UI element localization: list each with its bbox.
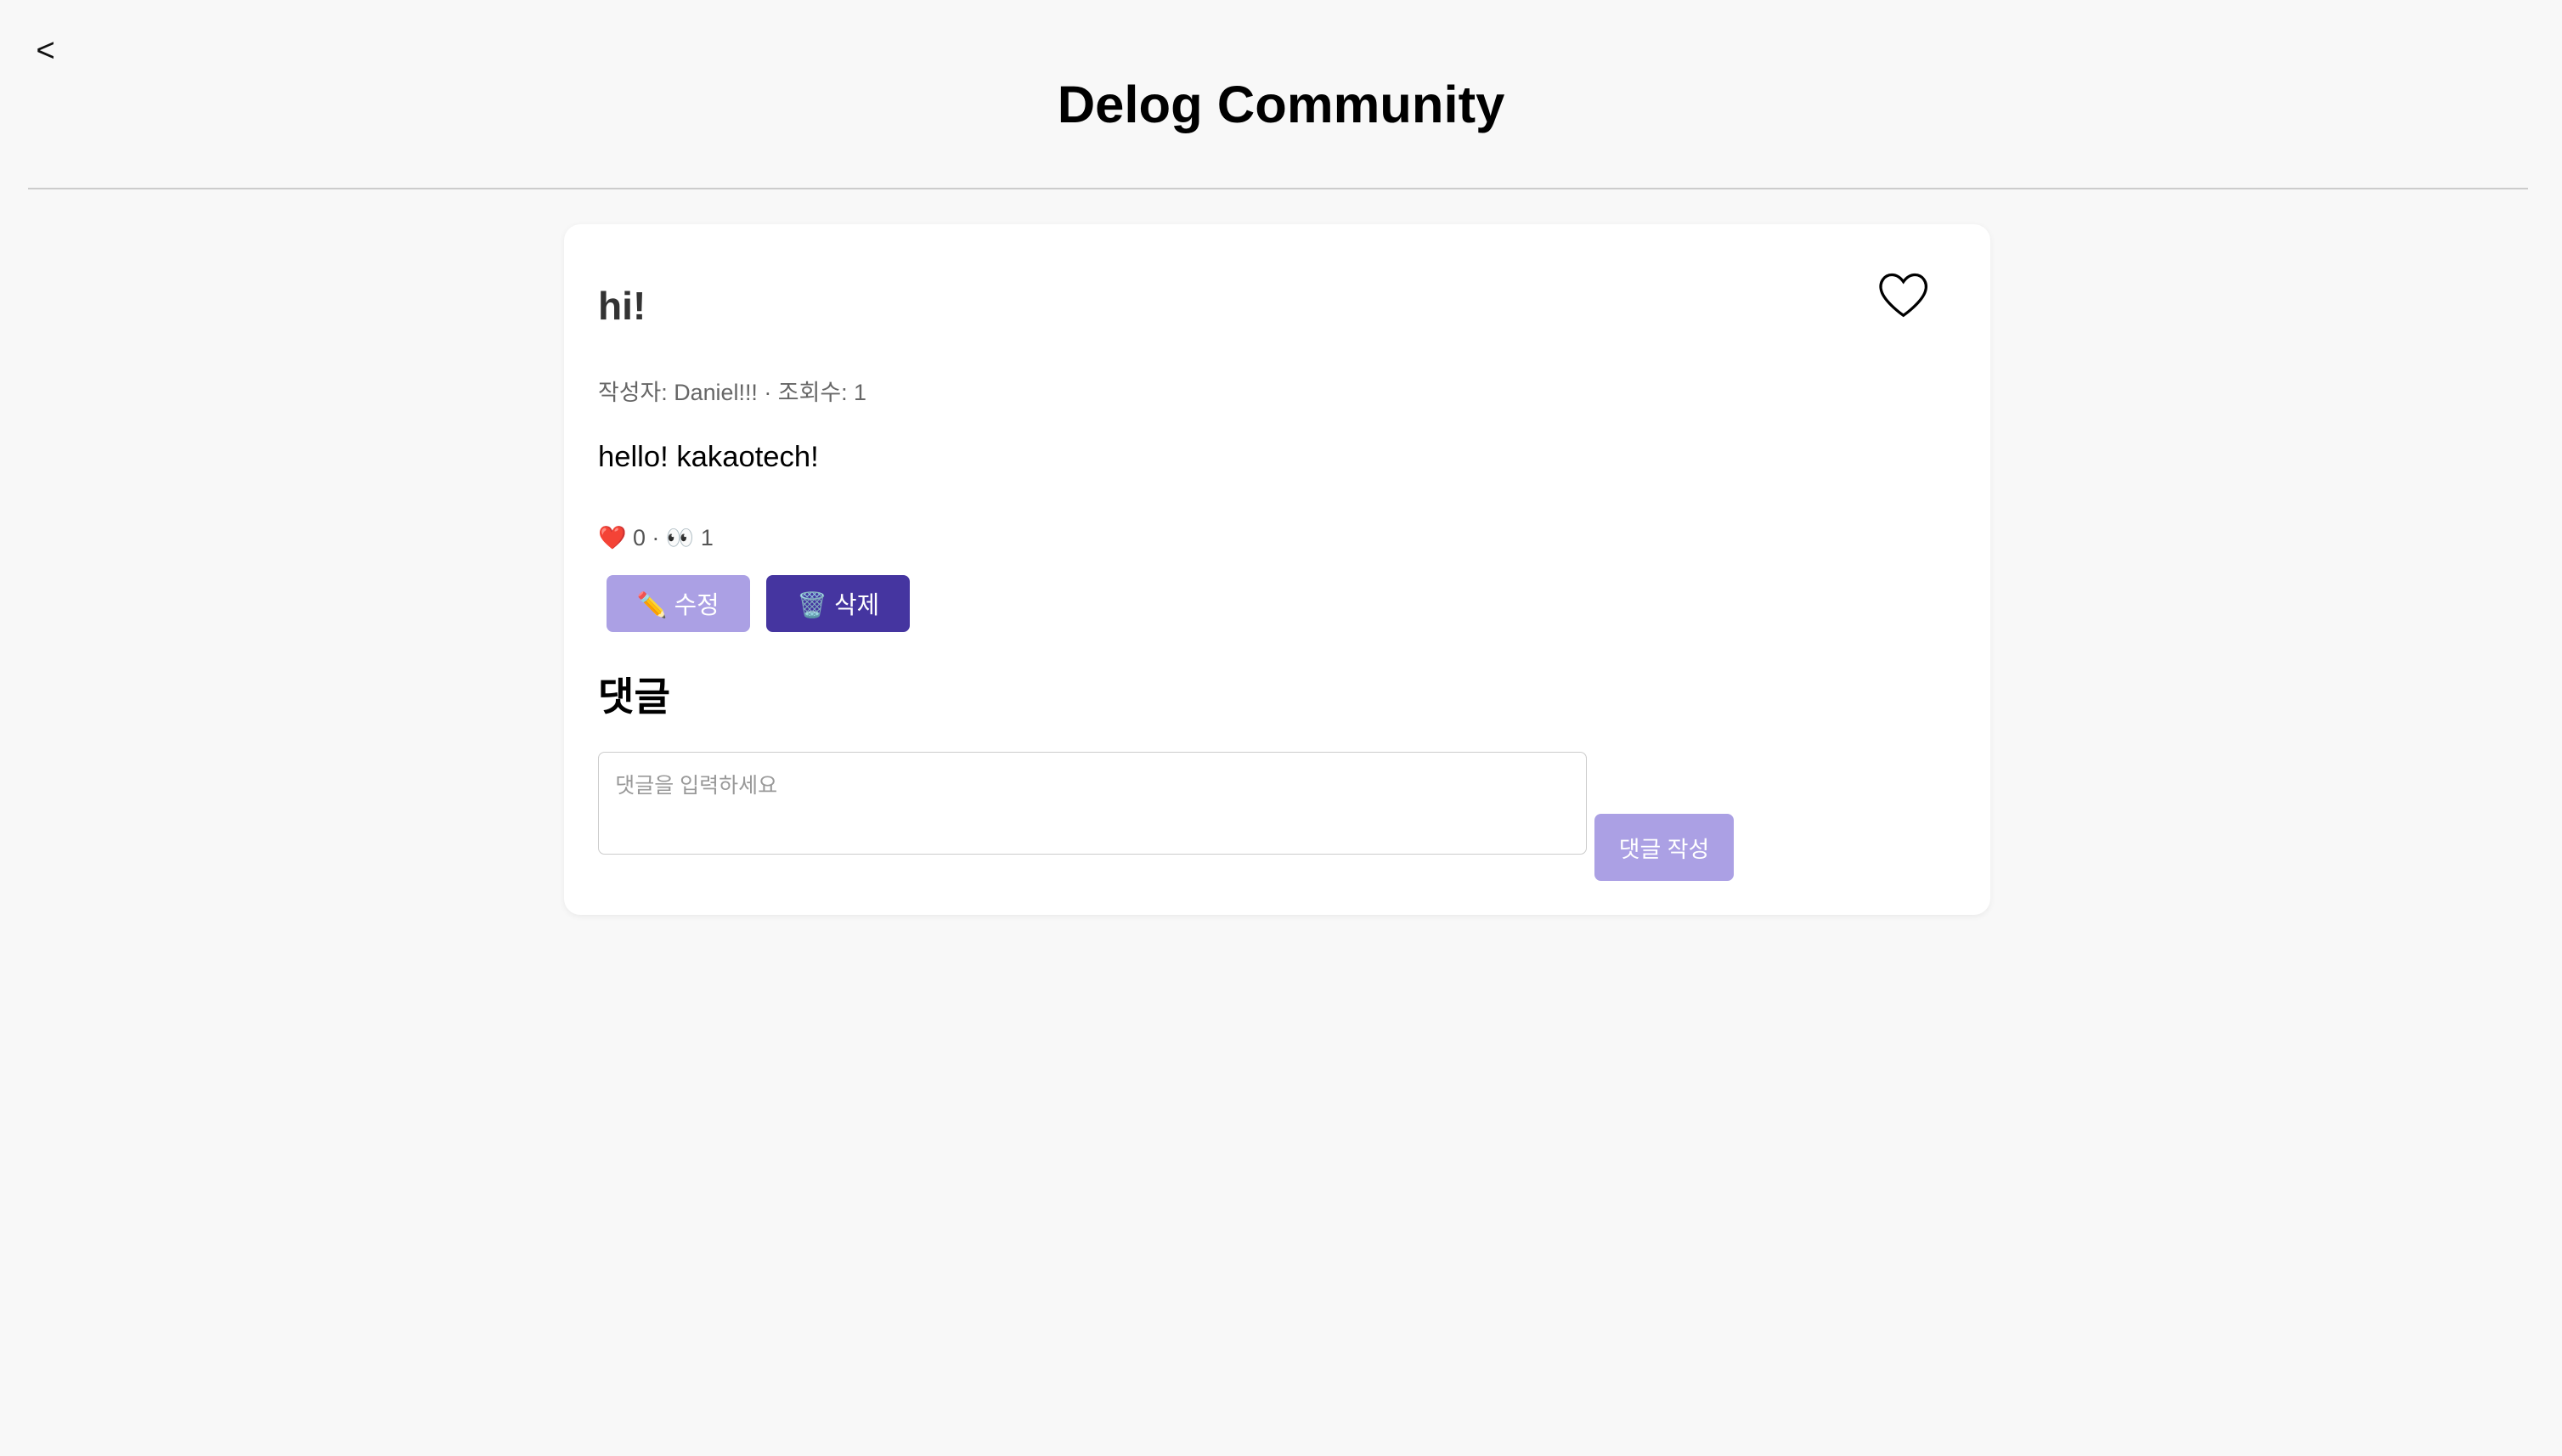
post-card: hi! 작성자: Daniel!!! · 조회수: 1 hello! kakao… <box>563 223 1990 916</box>
edit-button[interactable]: ✏️ 수정 <box>606 575 750 633</box>
delete-button[interactable]: 🗑️ 삭제 <box>766 575 911 633</box>
post-meta: 작성자: Daniel!!! · 조회수: 1 <box>597 380 866 406</box>
back-button[interactable]: < <box>36 32 54 70</box>
comment-input[interactable] <box>597 751 1587 855</box>
post-stats: ❤️ 0 · 👀 1 <box>597 525 714 551</box>
submit-comment-button[interactable]: 댓글 작성 <box>1594 813 1734 881</box>
post-title: hi! <box>597 283 646 328</box>
post-content: hello! kakaotech! <box>597 441 819 474</box>
header-divider <box>27 188 2528 190</box>
comments-heading: 댓글 <box>597 674 670 719</box>
page: < Delog Community hi! 작성자: Daniel!!! · 조… <box>0 0 2562 1456</box>
heart-icon[interactable] <box>1876 267 1931 322</box>
page-title: Delog Community <box>1057 76 1505 135</box>
